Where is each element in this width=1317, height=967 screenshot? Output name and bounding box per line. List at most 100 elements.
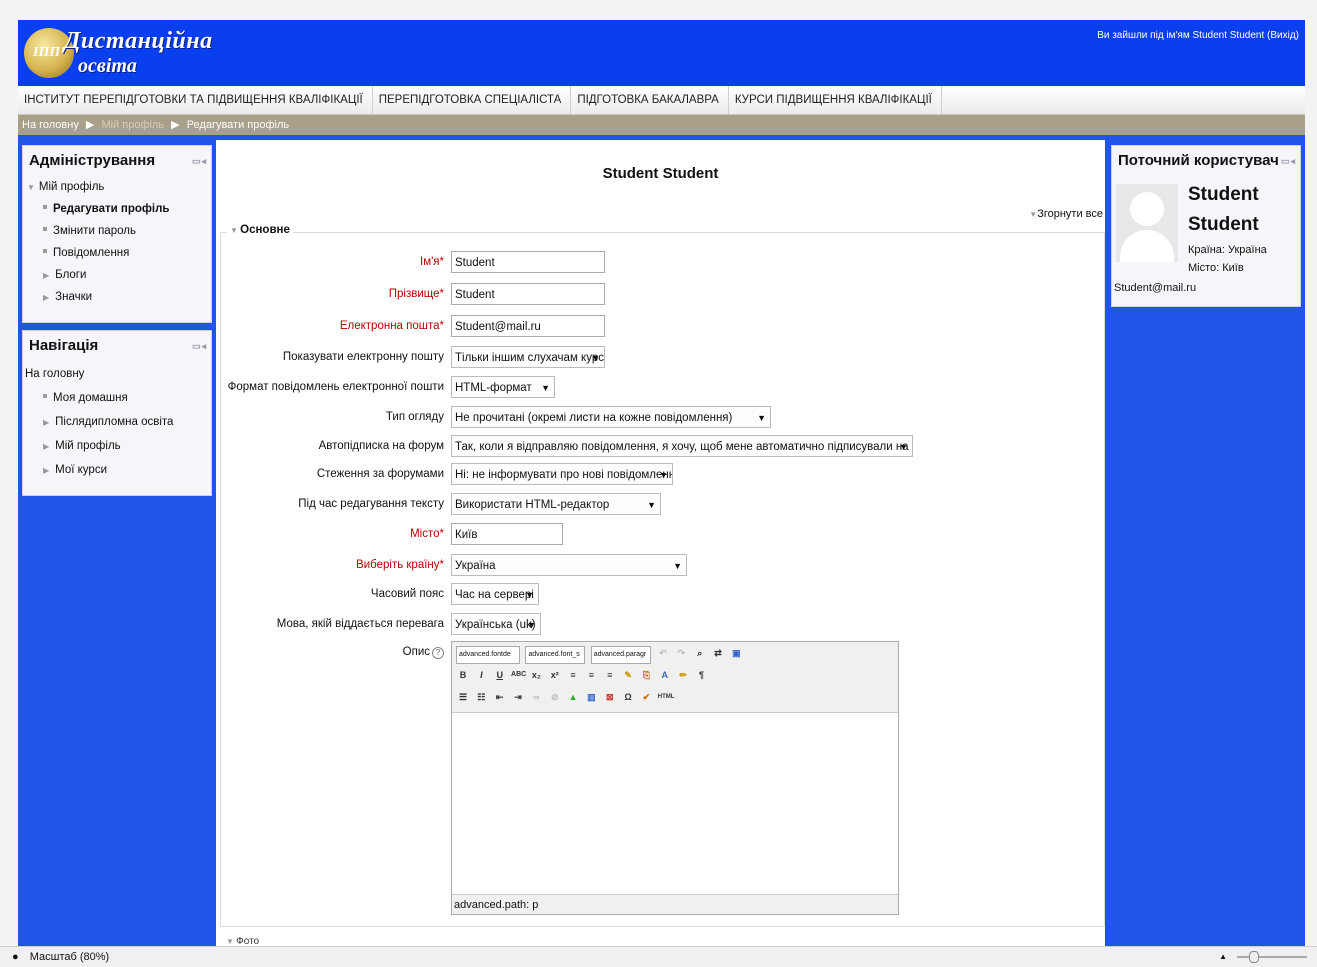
maildisplay-select[interactable]: Тільки іншим слухачам курсу ▼ xyxy=(451,346,605,368)
bold-icon[interactable]: B xyxy=(456,668,470,682)
underline-icon[interactable]: U xyxy=(493,668,507,682)
background-color-icon[interactable]: ✏ xyxy=(676,668,690,682)
general-legend[interactable]: ▼ Основне xyxy=(227,224,293,236)
link-icon[interactable]: ∞ xyxy=(529,690,543,704)
font-family-select[interactable]: advanced.fontde xyxy=(456,646,520,664)
user-block-title: Поточний користувач ▭◂ xyxy=(1112,146,1300,176)
nav-my-courses-label: Мої курси xyxy=(55,464,108,476)
editor-select[interactable]: Використати HTML-редактор ▼ xyxy=(451,493,661,515)
undo-icon[interactable]: ↶ xyxy=(656,646,670,660)
block-controls-icon[interactable]: ▭◂ xyxy=(1281,156,1296,167)
unlink-icon[interactable]: ⊘ xyxy=(548,690,562,704)
zoom-slider-handle[interactable] xyxy=(1249,951,1259,963)
bullet-icon xyxy=(43,394,47,398)
tracking-select[interactable]: Ні: не інформувати про нові повідомлення… xyxy=(451,463,673,485)
zoom-icon[interactable]: ● xyxy=(12,951,19,963)
nav-my-profile[interactable]: ▶ Мій профіль xyxy=(23,435,211,457)
admin-messages[interactable]: Повідомлення xyxy=(23,242,211,264)
logo-title[interactable]: Дистанційна xyxy=(64,28,213,55)
bullet-list-icon[interactable]: ☰ xyxy=(456,690,470,704)
logout-link[interactable]: (Вихід) xyxy=(1267,30,1299,41)
row-lastname: Прізвище* Student xyxy=(221,283,1104,307)
numbered-list-icon[interactable]: ☷ xyxy=(474,690,488,704)
align-right-icon[interactable]: ≡ xyxy=(603,668,617,682)
timezone-select[interactable]: Час на сервері ▼ xyxy=(451,583,539,605)
font-size-select[interactable]: advanced.font_s xyxy=(525,646,586,664)
zoom-level[interactable]: Масштаб (80%) xyxy=(30,951,109,963)
nolink-icon[interactable]: ⊠ xyxy=(603,690,617,704)
admin-block-title: Адміністрування ▭◂ xyxy=(23,146,211,176)
nav-my-home[interactable]: Моя домашня xyxy=(23,387,211,409)
bullet-icon xyxy=(43,249,47,253)
strikethrough-icon[interactable]: ABC xyxy=(511,668,526,682)
nav-my-profile-label: Мій профіль xyxy=(55,440,121,452)
collapse-all-link[interactable]: ▼Згорнути все xyxy=(1029,208,1103,220)
user-country: Країна: Україна xyxy=(1188,244,1267,256)
user-name-first[interactable]: Student xyxy=(1188,184,1259,206)
ltr-icon[interactable]: ¶ xyxy=(694,668,708,682)
block-controls-icon[interactable]: ▭◂ xyxy=(192,341,207,352)
outdent-icon[interactable]: ⇤ xyxy=(493,690,507,704)
description-editor[interactable]: advanced.fontde advanced.font_s advanced… xyxy=(451,641,899,915)
lang-select[interactable]: Українська (uk) ▼ xyxy=(451,613,541,635)
admin-edit-profile[interactable]: Редагувати профіль xyxy=(23,198,211,220)
text-color-icon[interactable]: A xyxy=(658,668,672,682)
logo-mark: ІПП xyxy=(33,45,61,60)
city-input[interactable]: Київ xyxy=(451,523,563,545)
special-char-icon[interactable]: Ω xyxy=(621,690,635,704)
nav-postgrad[interactable]: ▶ Післядипломна освіта xyxy=(23,411,211,433)
find-icon[interactable]: ⌕ xyxy=(693,646,707,660)
admin-blogs[interactable]: ▶ Блоги xyxy=(23,264,211,286)
user-name-last[interactable]: Student xyxy=(1188,214,1259,236)
indent-icon[interactable]: ⇥ xyxy=(511,690,525,704)
paste-icon[interactable]: ⎘ xyxy=(639,668,653,682)
superscript-icon[interactable]: x² xyxy=(548,668,562,682)
align-left-icon[interactable]: ≡ xyxy=(566,668,580,682)
maildisplay-label: Показувати електронну пошту xyxy=(282,351,444,363)
firstname-input[interactable]: Student xyxy=(451,251,605,273)
breadcrumb-home[interactable]: На головну xyxy=(22,119,79,131)
html-source-icon[interactable]: HTML xyxy=(658,690,675,704)
tracking-label: Стеження за форумами xyxy=(316,468,444,480)
align-center-icon[interactable]: ≡ xyxy=(584,668,598,682)
admin-change-password[interactable]: Змінити пароль xyxy=(23,220,211,242)
logo-subtitle[interactable]: освіта xyxy=(78,55,137,78)
clean-icon[interactable]: ✎ xyxy=(621,668,635,682)
email-input[interactable]: Student@mail.ru xyxy=(451,315,605,337)
autosub-select[interactable]: Так, коли я відправляю повідомлення, я х… xyxy=(451,435,913,457)
user-avatar[interactable] xyxy=(1116,184,1178,262)
spellcheck-icon[interactable]: ✔ xyxy=(639,690,653,704)
block-controls-icon[interactable]: ▭◂ xyxy=(192,156,207,167)
digest-label: Тип огляду xyxy=(385,411,444,423)
top-navigation: ІНСТИТУТ ПЕРЕПІДГОТОВКИ ТА ПІДВИЩЕННЯ КВ… xyxy=(18,86,1305,115)
media-icon[interactable]: ▥ xyxy=(584,690,598,704)
admin-my-profile[interactable]: ▼ Мій профіль xyxy=(23,176,211,198)
image-icon[interactable]: ▲ xyxy=(566,690,580,704)
italic-icon[interactable]: I xyxy=(474,668,488,682)
mailformat-label: Формат повідомлень електронної пошти xyxy=(227,381,444,393)
country-select[interactable]: Україна ▼ xyxy=(451,554,687,576)
topnav-bachelor[interactable]: ПІДГОТОВКА БАКАЛАВРА xyxy=(571,86,729,114)
mailformat-select[interactable]: HTML-формат ▼ xyxy=(451,376,555,398)
zoom-slider[interactable] xyxy=(1237,956,1307,958)
subscript-icon[interactable]: x₂ xyxy=(529,668,543,682)
nav-home[interactable]: На головну xyxy=(23,363,211,385)
digest-select[interactable]: Не прочитані (окремі листи на кожне пові… xyxy=(451,406,771,428)
breadcrumb-profile[interactable]: Мій профіль xyxy=(101,119,164,131)
nav-my-courses[interactable]: ▶ Мої курси xyxy=(23,459,211,481)
photo-section-legend[interactable]: ▼ Фото xyxy=(226,936,259,946)
fullscreen-icon[interactable]: ▣ xyxy=(729,646,743,660)
admin-badges[interactable]: ▶ Значки xyxy=(23,286,211,308)
lastname-input[interactable]: Student xyxy=(451,283,605,305)
zoom-up-arrow-icon[interactable]: ▲ xyxy=(1219,947,1227,967)
collapsed-arrow-icon: ▶ xyxy=(43,442,50,451)
topnav-retraining[interactable]: ПЕРЕПІДГОТОВКА СПЕЦІАЛІСТА xyxy=(373,86,572,114)
redo-icon[interactable]: ↷ xyxy=(674,646,688,660)
timezone-value: Час на сервері xyxy=(455,589,534,601)
replace-icon[interactable]: ⇄ xyxy=(711,646,725,660)
dropdown-caret-icon: ▼ xyxy=(541,383,550,393)
paragraph-select[interactable]: advanced.paragr xyxy=(590,646,651,664)
help-icon[interactable]: ? xyxy=(432,647,444,659)
topnav-courses[interactable]: КУРСИ ПІДВИЩЕННЯ КВАЛІФІКАЦІЇ xyxy=(729,86,942,114)
topnav-institute[interactable]: ІНСТИТУТ ПЕРЕПІДГОТОВКИ ТА ПІДВИЩЕННЯ КВ… xyxy=(18,86,373,114)
